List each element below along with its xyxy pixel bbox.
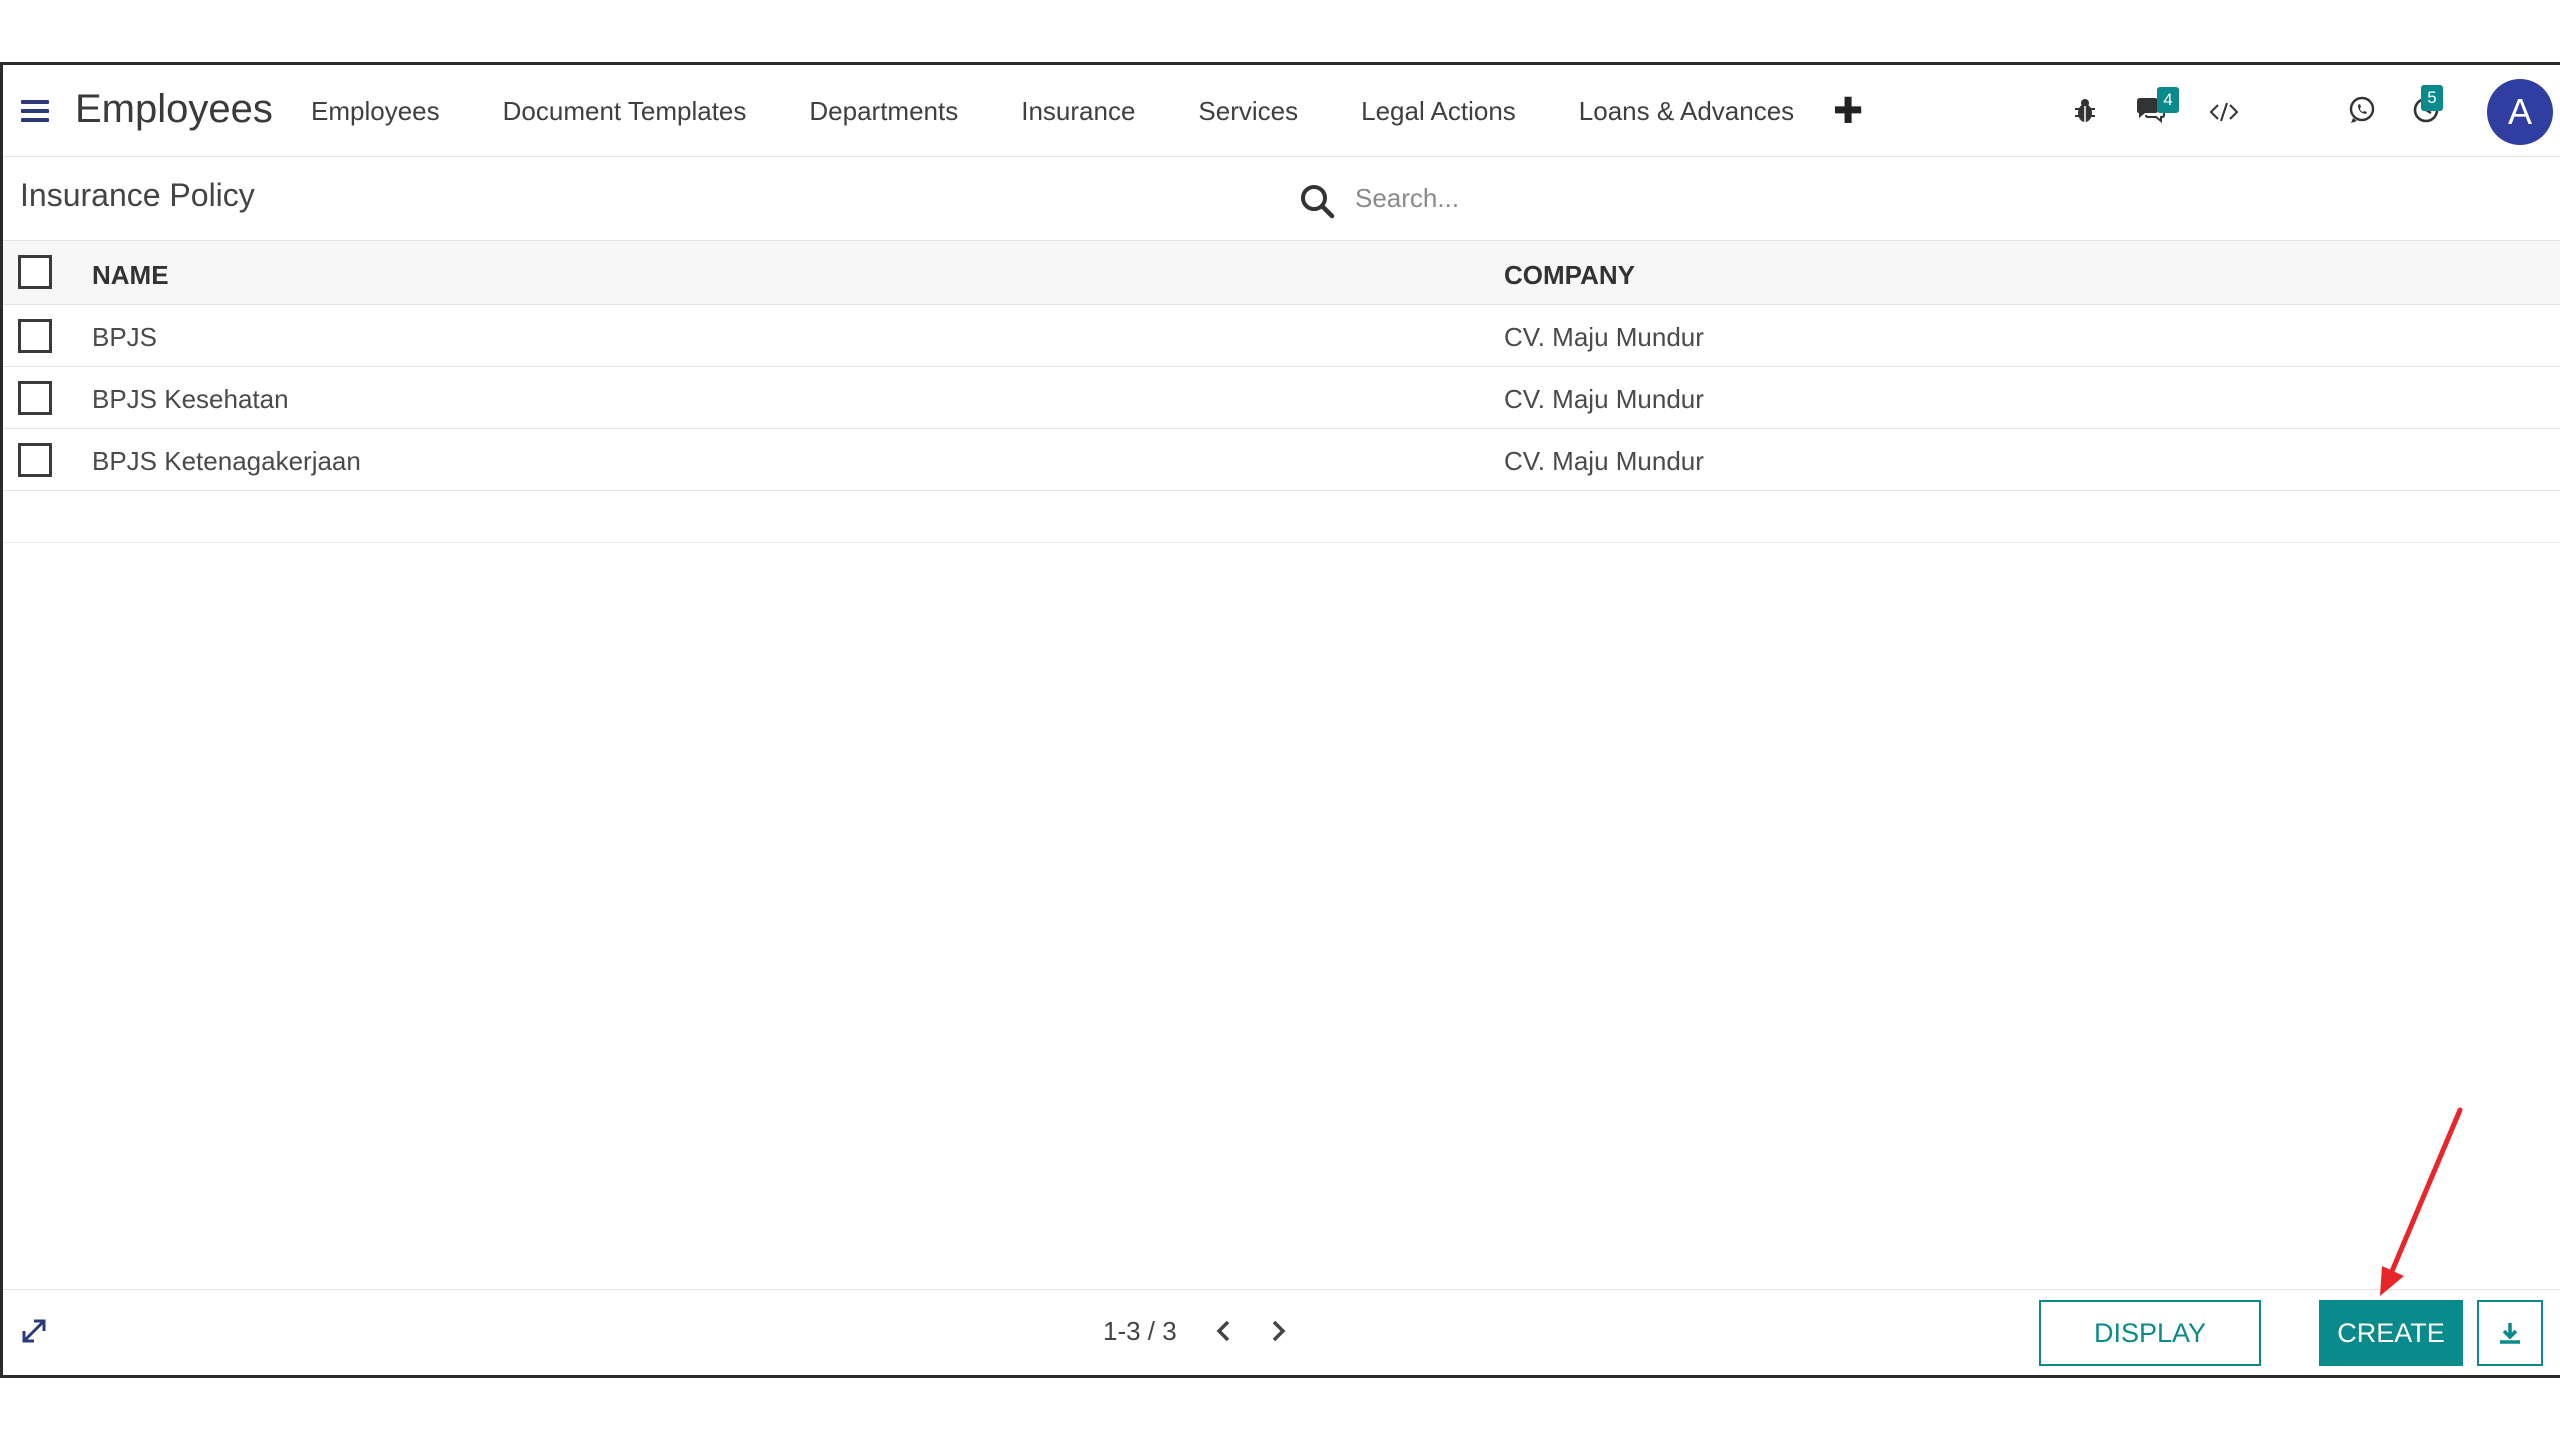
annotation-arrow: [2380, 1107, 2463, 1296]
footer-bar: 1-3 / 3 DISPLAY DENSITY CREATE: [3, 1289, 2560, 1375]
column-header-name[interactable]: NAME: [92, 260, 169, 291]
whatsapp-icon[interactable]: [2347, 95, 2377, 125]
app-window: Employees Employees Document Templates D…: [0, 62, 2560, 1378]
menu-item-document-templates[interactable]: Document Templates: [503, 96, 747, 127]
insurance-policy-list: NAME COMPANY BPJS CV. Maju Mundur BPJS K…: [3, 241, 2560, 543]
chevron-right-icon[interactable]: [1263, 1314, 1293, 1348]
menu-item-departments[interactable]: Departments: [809, 96, 958, 127]
expand-icon[interactable]: [19, 1316, 49, 1346]
cell-company: CV. Maju Mundur: [1504, 384, 1704, 414]
row-checkbox[interactable]: [18, 381, 52, 415]
bug-icon[interactable]: [2073, 97, 2097, 125]
search-input[interactable]: [1353, 175, 2537, 221]
menu-item-legal-actions[interactable]: Legal Actions: [1361, 96, 1516, 127]
cell-name: BPJS: [92, 322, 158, 352]
menu-item-loans-advances[interactable]: Loans & Advances: [1579, 96, 1794, 127]
create-button[interactable]: CREATE: [2319, 1300, 2463, 1366]
activities-count-badge: 5: [2421, 85, 2443, 111]
user-avatar[interactable]: A: [2487, 79, 2553, 145]
messages-count-badge: 4: [2157, 87, 2179, 113]
hamburger-menu-icon[interactable]: [21, 100, 49, 122]
table-row[interactable]: BPJS Kesehatan CV. Maju Mundur: [3, 367, 2560, 429]
table-header-row: NAME COMPANY: [3, 241, 2560, 305]
download-button[interactable]: [2477, 1300, 2543, 1366]
row-checkbox[interactable]: [18, 443, 52, 477]
pager-value[interactable]: 1-3 / 3: [1103, 1316, 1177, 1347]
display-density-button[interactable]: DISPLAY DENSITY: [2039, 1300, 2261, 1366]
top-navbar: Employees Employees Document Templates D…: [3, 65, 2560, 157]
control-panel: Insurance Policy: [3, 157, 2560, 241]
column-header-company[interactable]: COMPANY: [1504, 260, 1635, 291]
plus-icon[interactable]: ✚: [1833, 93, 1863, 129]
cell-company: CV. Maju Mundur: [1504, 322, 1704, 352]
empty-row: [3, 491, 2560, 543]
cell-name: BPJS Kesehatan: [92, 384, 289, 414]
select-all-checkbox[interactable]: [18, 255, 52, 289]
search-icon[interactable]: [1299, 183, 1335, 219]
menu-item-employees[interactable]: Employees: [311, 96, 440, 127]
table-row[interactable]: BPJS Ketenagakerjaan CV. Maju Mundur: [3, 429, 2560, 491]
row-checkbox[interactable]: [18, 319, 52, 353]
cell-company: CV. Maju Mundur: [1504, 446, 1704, 476]
app-title: Employees: [75, 87, 273, 131]
code-icon[interactable]: [2209, 101, 2239, 123]
main-menu: Employees Document Templates Departments…: [311, 96, 1857, 127]
chevron-left-icon[interactable]: [1209, 1314, 1239, 1348]
breadcrumb: Insurance Policy: [20, 177, 255, 213]
cell-name: BPJS Ketenagakerjaan: [92, 446, 361, 476]
menu-item-insurance[interactable]: Insurance: [1021, 96, 1135, 127]
table-row[interactable]: BPJS CV. Maju Mundur: [3, 305, 2560, 367]
menu-item-services[interactable]: Services: [1198, 96, 1298, 127]
download-icon: [2500, 1323, 2520, 1344]
